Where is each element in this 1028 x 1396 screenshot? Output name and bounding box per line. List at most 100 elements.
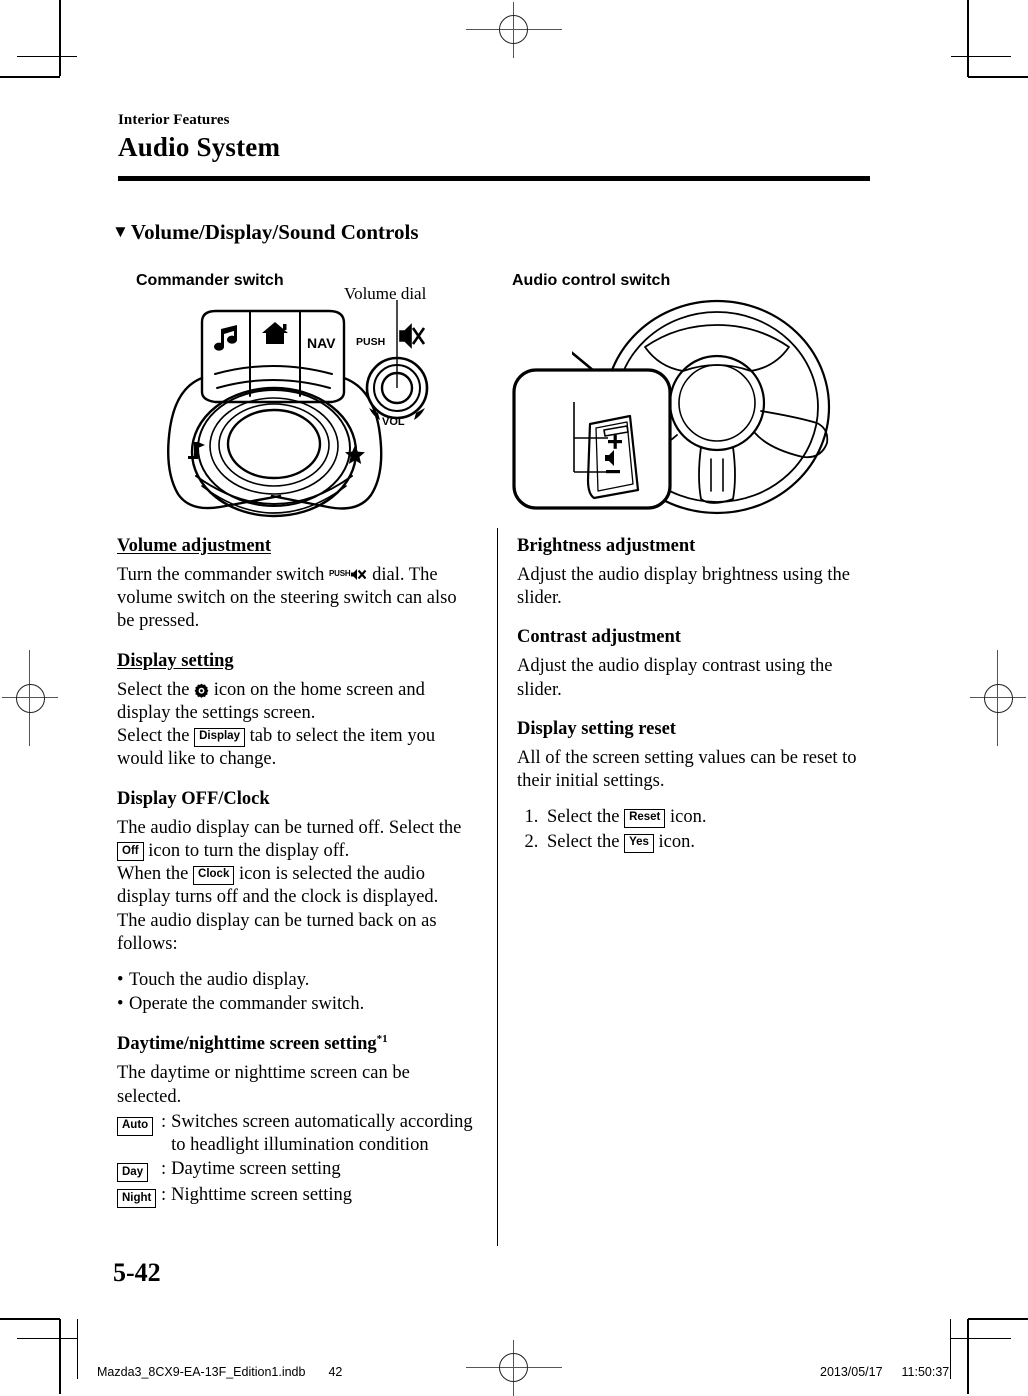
dial-push-label: PUSH xyxy=(356,336,385,348)
body-paragraph: Select the Display tab to select the ite… xyxy=(117,726,436,770)
push-label: PUSH xyxy=(329,568,351,578)
definition-row: Auto: Switches screen automatically accor… xyxy=(117,1111,477,1158)
body-paragraph: Adjust the audio display contrast using … xyxy=(517,656,833,700)
definition-key: Day xyxy=(117,1158,159,1184)
crop-mark-tr-h2 xyxy=(951,56,1011,57)
content-block: Display setting Select the icon on the ho… xyxy=(117,651,477,772)
back-arrow-icon xyxy=(188,442,205,459)
crop-mark-br-h2 xyxy=(951,1338,1011,1339)
music-note-icon xyxy=(214,325,237,351)
screen-button-display[interactable]: Display xyxy=(194,727,245,747)
crop-mark-tl-h2 xyxy=(17,56,77,57)
subsection-heading: Display OFF/Clock xyxy=(117,788,270,809)
definition-value: Daytime screen setting xyxy=(171,1158,341,1179)
body-paragraph: Select the icon on the home screen and d… xyxy=(117,679,425,723)
section-heading: ▼ Volume/Display/Sound Controls xyxy=(112,220,419,245)
screen-button-day[interactable]: Day xyxy=(117,1163,149,1183)
definition-key: Auto xyxy=(117,1111,159,1137)
push-mute-dial-icon: PUSH xyxy=(329,564,367,587)
mute-speaker-icon xyxy=(399,323,426,349)
definition-row: Night: Nighttime screen setting xyxy=(117,1184,477,1210)
footer-timestamp: 2013/05/17 11:50:37 xyxy=(820,1365,949,1379)
triangle-marker-icon: ▼ xyxy=(112,222,129,241)
column-divider xyxy=(497,528,498,1246)
definition-list: Auto: Switches screen automatically accor… xyxy=(117,1111,477,1210)
right-column: Brightness adjustment Adjust the audio di… xyxy=(517,536,877,872)
crop-mark-bl-h2 xyxy=(17,1338,77,1339)
crop-mark-tr-v2 xyxy=(967,17,968,77)
content-block: Display setting reset All of the screen s… xyxy=(517,719,877,855)
screen-button-off[interactable]: Off xyxy=(117,842,144,862)
home-icon xyxy=(262,322,288,344)
footer-time: 11:50:37 xyxy=(901,1365,950,1379)
figure-volume-dial: PUSH VOL xyxy=(352,300,437,430)
subsection-heading: Daytime/nighttime screen setting*1 xyxy=(117,1033,388,1055)
crop-mark-tl-h xyxy=(0,76,60,78)
list-item: Operate the commander switch. xyxy=(117,992,477,1016)
screen-button-clock[interactable]: Clock xyxy=(193,865,235,885)
step-item: Select the Reset icon. xyxy=(543,805,877,830)
header-eyebrow: Interior Features xyxy=(118,112,230,128)
definition-separator: : xyxy=(161,1184,167,1205)
dial-vol-label: VOL xyxy=(382,416,405,425)
body-paragraph: Turn the commander switch PUSH dial. The… xyxy=(117,564,457,632)
definition-key: Night xyxy=(117,1184,159,1210)
numbered-steps: Select the Reset icon.Select the Yes ico… xyxy=(517,805,877,855)
definition-separator: : xyxy=(161,1112,167,1133)
crop-mark-bl-v xyxy=(59,1319,61,1394)
body-paragraph: Adjust the audio display brightness usin… xyxy=(517,564,850,609)
subsection-heading: Display setting xyxy=(117,650,234,671)
header-rule xyxy=(118,176,870,181)
left-column: Volume adjustment Turn the commander swit… xyxy=(117,536,477,1227)
screen-button-auto[interactable]: Auto xyxy=(117,1116,154,1136)
figure-volume-switch-callout xyxy=(512,368,692,515)
step-item: Select the Yes icon. xyxy=(543,830,877,855)
registration-mark-top xyxy=(466,2,562,58)
subsection-heading: Brightness adjustment xyxy=(517,536,696,556)
figure-caption-audio-control-switch: Audio control switch xyxy=(512,272,671,289)
commander-nav-label: NAV xyxy=(307,335,336,351)
crop-mark-br-v2 xyxy=(950,1319,951,1379)
screen-button-night[interactable]: Night xyxy=(117,1189,157,1209)
subsection-heading: Contrast adjustment xyxy=(517,627,681,648)
bullet-list: Touch the audio display.Operate the comm… xyxy=(117,968,477,1016)
content-block: Display OFF/Clock The audio display can b… xyxy=(117,788,477,1016)
content-block: Brightness adjustment Adjust the audio di… xyxy=(517,536,877,610)
registration-mark-bottom xyxy=(466,1340,562,1396)
callout-box xyxy=(512,368,672,510)
definition-value: Switches screen automatically according … xyxy=(171,1112,473,1156)
registration-mark-left xyxy=(2,650,58,746)
subsection-heading: Volume adjustment xyxy=(117,536,272,556)
list-item: Touch the audio display. xyxy=(117,968,477,992)
figure-caption-commander-switch: Commander switch xyxy=(136,272,284,289)
crop-mark-br-v xyxy=(967,1319,969,1394)
definition-separator: : xyxy=(161,1158,167,1179)
screen-button-yes[interactable]: Yes xyxy=(624,833,654,853)
page-title: Audio System xyxy=(118,132,281,162)
crop-mark-bl-h xyxy=(0,1318,60,1320)
crop-mark-bl-v2 xyxy=(77,1319,78,1379)
footer-file-info: Mazda3_8CX9-EA-13F_Edition1.indb 42 xyxy=(97,1365,342,1379)
footer-date: 2013/05/17 xyxy=(820,1365,883,1379)
content-block: Contrast adjustment Adjust the audio disp… xyxy=(517,627,877,701)
settings-gear-icon xyxy=(194,682,209,698)
body-paragraph: The audio display can be turned back on … xyxy=(117,910,437,955)
crop-mark-tr-h xyxy=(968,76,1028,78)
section-heading-text: Volume/Display/Sound Controls xyxy=(130,220,419,244)
crop-mark-tl-v2 xyxy=(59,17,60,77)
page-number: 5-42 xyxy=(113,1258,161,1287)
screen-button-reset[interactable]: Reset xyxy=(624,808,666,828)
content-block: Daytime/nighttime screen setting*1 The da… xyxy=(117,1033,477,1210)
subsection-heading: Display setting reset xyxy=(517,718,676,739)
body-paragraph: The daytime or nighttime screen can be s… xyxy=(117,1063,410,1107)
heading-footnote-marker: *1 xyxy=(376,1033,388,1046)
page-header: Interior Features Audio System xyxy=(118,112,280,163)
body-paragraph: When the Clock icon is selected the audi… xyxy=(117,864,439,908)
body-paragraph: The audio display can be turned off. Sel… xyxy=(117,817,462,862)
footer-file-name: Mazda3_8CX9-EA-13F_Edition1.indb xyxy=(97,1365,306,1379)
content-block: Volume adjustment Turn the commander swit… xyxy=(117,536,477,634)
body-paragraph: All of the screen setting values can be … xyxy=(517,747,857,791)
registration-mark-right xyxy=(970,650,1026,746)
definition-value: Nighttime screen setting xyxy=(171,1184,352,1205)
definition-row: Day: Daytime screen setting xyxy=(117,1158,477,1184)
